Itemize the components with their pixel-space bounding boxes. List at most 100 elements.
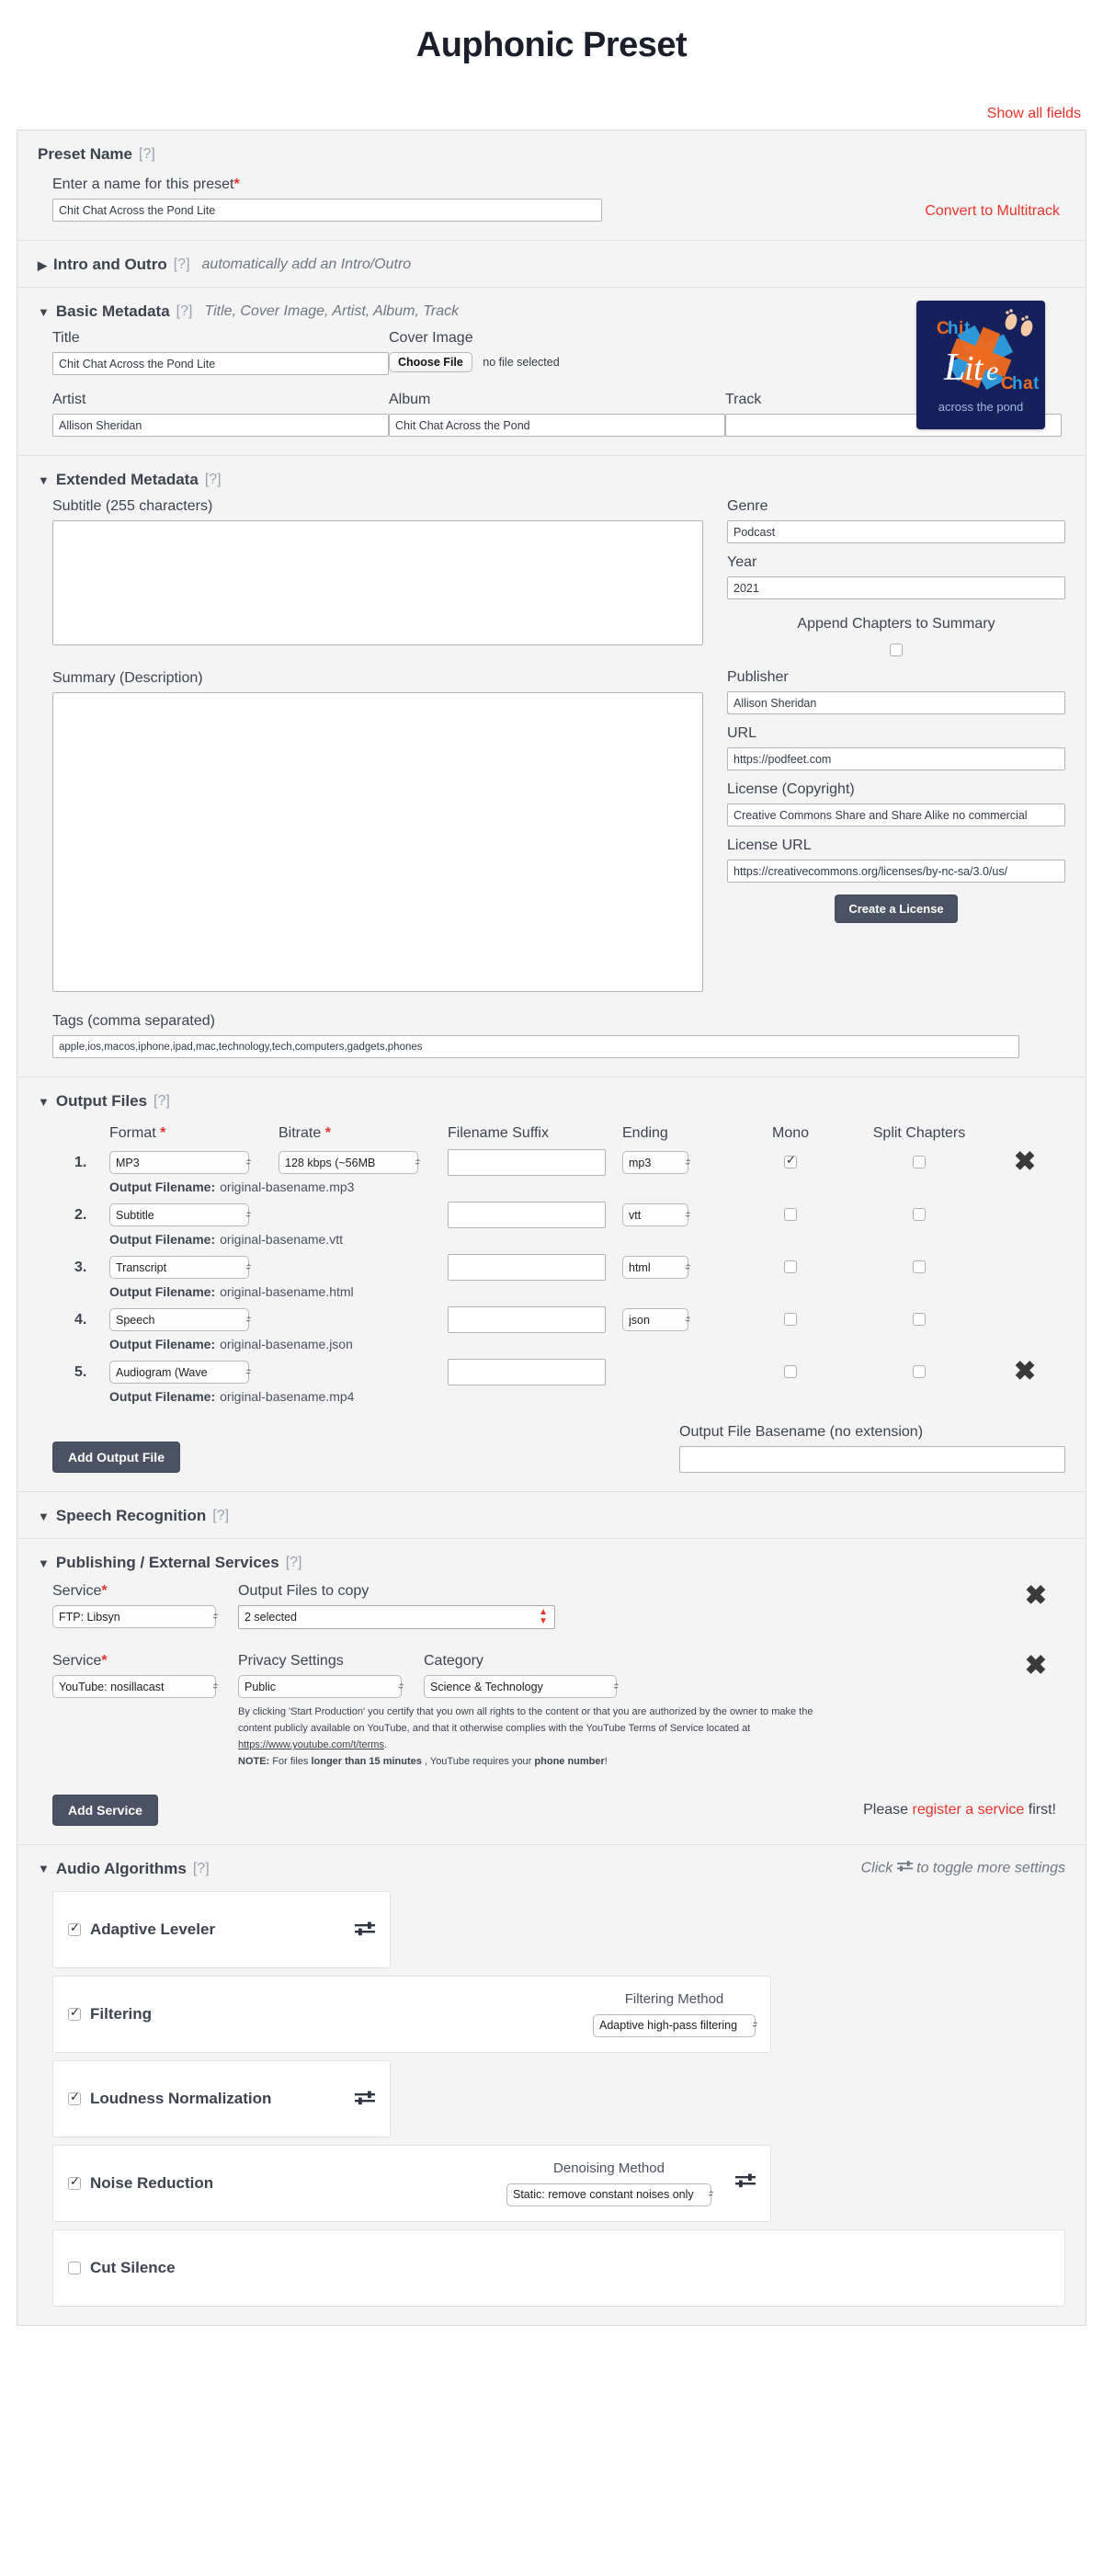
chevron-down-icon[interactable]: ▼	[38, 1096, 50, 1108]
artist-input[interactable]	[52, 414, 389, 437]
help-icon[interactable]: [?]	[174, 256, 190, 273]
genre-input[interactable]	[727, 520, 1065, 543]
register-a-service-link[interactable]: register a service	[913, 1802, 1025, 1818]
title-input[interactable]	[52, 352, 389, 375]
svg-text:L: L	[943, 347, 965, 389]
col-format-header: Format *	[109, 1125, 166, 1141]
tags-label: Tags (comma separated)	[52, 1013, 215, 1029]
format-select[interactable]: Audiogram (Wave	[109, 1361, 249, 1384]
filename-suffix-input[interactable]	[448, 1202, 606, 1228]
algorithm-checkbox[interactable]	[68, 2261, 81, 2274]
output-filename-line: Output Filename: original-basename.mp3	[74, 1180, 1065, 1194]
chevron-right-icon[interactable]: ▶	[38, 259, 47, 271]
ending-select[interactable]: vtt	[622, 1203, 688, 1226]
ending-select[interactable]: mp3	[622, 1151, 688, 1174]
service-select-ftp[interactable]: FTP: Libsyn	[52, 1605, 216, 1628]
section-audio-algorithms: ▼ Audio Algorithms [?] Click to toggle m…	[17, 1845, 1086, 2325]
tags-input[interactable]	[52, 1035, 1019, 1058]
help-icon[interactable]: [?]	[154, 1093, 170, 1110]
preset-name-input[interactable]	[52, 199, 602, 222]
register-service-note: Please register a service first!	[863, 1802, 1056, 1818]
license-input[interactable]	[727, 804, 1065, 826]
show-all-fields-link[interactable]: Show all fields	[987, 106, 1081, 121]
settings-sliders-icon[interactable]	[735, 2173, 756, 2193]
mono-checkbox[interactable]	[784, 1208, 797, 1222]
help-icon[interactable]: [?]	[139, 146, 155, 163]
subtitle-textarea[interactable]	[52, 520, 703, 645]
year-input[interactable]	[727, 576, 1065, 599]
choose-file-button[interactable]: Choose File	[389, 352, 472, 372]
album-input[interactable]	[389, 414, 725, 437]
privacy-settings-select[interactable]: Public	[238, 1675, 402, 1698]
cover-image-field-group: Cover Image Choose File no file selected	[389, 330, 720, 375]
settings-sliders-icon[interactable]	[355, 2090, 375, 2108]
chevron-down-icon[interactable]: ▼	[38, 1557, 50, 1569]
section-title: Output Files	[55, 1092, 148, 1110]
chevron-down-icon[interactable]: ▼	[38, 1863, 50, 1875]
algorithm-checkbox[interactable]	[68, 2006, 81, 2021]
help-icon[interactable]: [?]	[176, 303, 193, 320]
ending-select[interactable]: json	[622, 1308, 688, 1331]
chevron-down-icon[interactable]: ▼	[38, 1510, 50, 1522]
algorithm-checkbox[interactable]	[68, 1921, 81, 1936]
preset-name-header: Preset Name [?]	[38, 145, 1065, 164]
license-url-input[interactable]	[727, 860, 1065, 883]
output-basename-input[interactable]	[679, 1446, 1065, 1473]
split-chapters-checkbox[interactable]	[913, 1156, 926, 1169]
mono-checkbox[interactable]	[784, 1154, 797, 1169]
summary-textarea[interactable]	[52, 692, 703, 992]
remove-service-youtube-button[interactable]: ✖	[1025, 1653, 1065, 1680]
help-icon[interactable]: [?]	[286, 1555, 302, 1571]
category-select[interactable]: Science & Technology	[424, 1675, 617, 1698]
algorithm-checkbox[interactable]	[68, 2091, 81, 2105]
mono-checkbox[interactable]	[784, 1365, 797, 1379]
split-chapters-checkbox[interactable]	[913, 1208, 926, 1222]
filename-suffix-input[interactable]	[448, 1254, 606, 1281]
remove-output-file-button[interactable]: ✖	[1014, 1357, 1036, 1386]
format-select[interactable]: MP3	[109, 1151, 249, 1174]
yt-note-bold-note: NOTE:	[238, 1756, 270, 1768]
help-icon[interactable]: [?]	[212, 1508, 229, 1524]
hint-post: to toggle more settings	[912, 1860, 1065, 1876]
output-file-row: 1. MP3 128 kbps (~56MB mp3 ✖	[74, 1149, 1065, 1176]
algorithm-method-select[interactable]: Adaptive high-pass filtering	[593, 2013, 756, 2037]
output-filename-value: original-basename.mp3	[220, 1180, 355, 1194]
filename-suffix-input[interactable]	[448, 1149, 606, 1176]
create-license-button[interactable]: Create a License	[835, 895, 958, 923]
format-select[interactable]: Transcript	[109, 1256, 249, 1279]
add-output-file-button[interactable]: Add Output File	[52, 1442, 180, 1473]
algorithm-method-select[interactable]: Static: remove constant noises only	[506, 2183, 711, 2206]
show-all-fields-row: Show all fields	[0, 65, 1103, 130]
format-select[interactable]: Subtitle	[109, 1203, 249, 1226]
convert-to-multitrack-link[interactable]: Convert to Multitrack	[925, 203, 1060, 219]
youtube-terms-link[interactable]: https://www.youtube.com/t/terms	[238, 1739, 384, 1750]
ending-select[interactable]: html	[622, 1256, 688, 1279]
mono-checkbox[interactable]	[784, 1260, 797, 1274]
output-files-to-copy-select[interactable]: 2 selected ▲ ▼	[238, 1605, 555, 1629]
bitrate-select[interactable]: 128 kbps (~56MB	[279, 1151, 418, 1174]
service-select-youtube[interactable]: YouTube: nosillacast	[52, 1675, 216, 1698]
add-service-button[interactable]: Add Service	[52, 1794, 158, 1826]
publisher-input[interactable]	[727, 691, 1065, 714]
remove-service-ftp-button[interactable]: ✖	[1025, 1583, 1065, 1610]
format-select[interactable]: Speech	[109, 1308, 249, 1331]
filename-suffix-input[interactable]	[448, 1306, 606, 1333]
help-icon[interactable]: [?]	[205, 472, 222, 488]
split-chapters-checkbox[interactable]	[913, 1313, 926, 1327]
sliders-icon	[896, 1860, 913, 1877]
mono-checkbox[interactable]	[784, 1313, 797, 1327]
settings-sliders-icon[interactable]	[355, 1921, 375, 1939]
col-suffix-header: Filename Suffix	[448, 1125, 549, 1141]
help-icon[interactable]: [?]	[193, 1861, 210, 1877]
section-intro-outro[interactable]: ▶ Intro and Outro [?] automatically add …	[17, 241, 1086, 288]
append-chapters-checkbox[interactable]	[890, 643, 903, 656]
split-chapters-checkbox[interactable]	[913, 1365, 926, 1379]
filename-suffix-input[interactable]	[448, 1359, 606, 1385]
col-bitrate-header: Bitrate *	[279, 1125, 331, 1141]
remove-output-file-button[interactable]: ✖	[1014, 1147, 1036, 1177]
chevron-down-icon[interactable]: ▼	[38, 306, 50, 318]
algorithm-checkbox[interactable]	[68, 2175, 81, 2190]
chevron-down-icon[interactable]: ▼	[38, 474, 50, 486]
split-chapters-checkbox[interactable]	[913, 1260, 926, 1274]
url-input[interactable]	[727, 747, 1065, 770]
